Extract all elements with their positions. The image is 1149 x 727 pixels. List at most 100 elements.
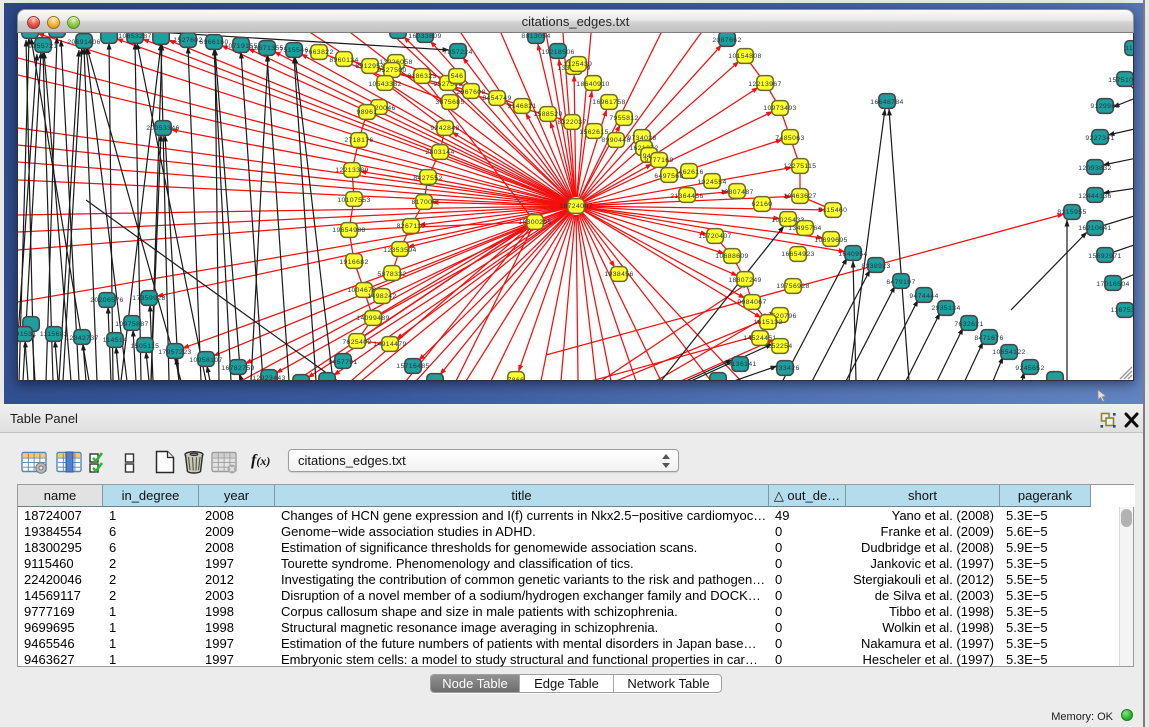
svg-text:10654122: 10654122 bbox=[992, 349, 1025, 356]
svg-text:12275115: 12275115 bbox=[784, 163, 817, 170]
svg-text:1125439: 1125439 bbox=[564, 61, 593, 68]
svg-text:817006: 817006 bbox=[411, 199, 436, 206]
svg-text:12342737: 12342737 bbox=[65, 335, 98, 342]
svg-text:10107553: 10107553 bbox=[337, 197, 370, 204]
svg-text:9527500: 9527500 bbox=[377, 67, 406, 74]
svg-text:16033809: 16033809 bbox=[408, 33, 441, 40]
svg-text:8322037: 8322037 bbox=[557, 119, 586, 126]
svg-text:10973493: 10973493 bbox=[763, 105, 796, 112]
svg-text:18807249: 18807249 bbox=[728, 277, 761, 284]
svg-text:10975887: 10975887 bbox=[115, 321, 148, 328]
svg-text:114514: 114514 bbox=[103, 337, 128, 344]
svg-text:1733426: 1733426 bbox=[770, 365, 799, 372]
svg-text:5878332: 5878332 bbox=[377, 271, 406, 278]
svg-text:14136141: 14136141 bbox=[723, 361, 756, 368]
svg-text:10463627: 10463627 bbox=[783, 193, 816, 200]
svg-text:10807487: 10807487 bbox=[720, 189, 753, 196]
svg-text:10653287: 10653287 bbox=[118, 33, 151, 40]
svg-text:1588520: 1588520 bbox=[533, 111, 562, 118]
svg-text:9474444: 9474444 bbox=[909, 293, 938, 300]
svg-text:9245652: 9245652 bbox=[1015, 365, 1044, 372]
svg-text:62160: 62160 bbox=[752, 201, 773, 208]
svg-text:16210641: 16210641 bbox=[1078, 225, 1111, 232]
svg-text:8427552: 8427552 bbox=[413, 175, 442, 182]
svg-text:8813054: 8813054 bbox=[521, 33, 550, 40]
svg-text:1615132: 1615132 bbox=[753, 319, 782, 326]
svg-text:546: 546 bbox=[451, 73, 464, 80]
svg-text:12444136: 12444136 bbox=[1078, 193, 1111, 200]
svg-text:19654988: 19654988 bbox=[332, 227, 365, 234]
svg-text:15716485: 15716485 bbox=[396, 363, 429, 370]
svg-text:1498242: 1498242 bbox=[367, 293, 396, 300]
svg-text:9055721: 9055721 bbox=[28, 43, 57, 50]
svg-text:1562615: 1562615 bbox=[579, 129, 608, 136]
svg-text:1527602: 1527602 bbox=[173, 37, 202, 44]
svg-text:6497568: 6497568 bbox=[654, 173, 683, 180]
svg-text:21364456: 21364456 bbox=[670, 193, 703, 200]
svg-text:2967608: 2967608 bbox=[456, 89, 485, 96]
svg-text:2803144: 2803144 bbox=[425, 149, 454, 156]
svg-text:98961: 98961 bbox=[357, 109, 378, 116]
svg-text:9457791: 9457791 bbox=[328, 359, 357, 366]
svg-text:19756928: 19756928 bbox=[776, 283, 809, 290]
svg-text:19218506: 19218506 bbox=[541, 49, 574, 56]
svg-text:3875685: 3875685 bbox=[435, 99, 464, 106]
svg-text:12093832: 12093832 bbox=[1078, 165, 1111, 172]
svg-text:9242848: 9242848 bbox=[430, 125, 459, 132]
svg-text:1505115: 1505115 bbox=[131, 343, 160, 350]
svg-text:9084067: 9084067 bbox=[737, 299, 766, 306]
svg-text:8215955: 8215955 bbox=[1057, 209, 1086, 216]
svg-text:15751074: 15751074 bbox=[1108, 77, 1134, 84]
svg-text:10958107: 10958107 bbox=[189, 357, 222, 364]
svg-text:9227341: 9227341 bbox=[1085, 135, 1114, 142]
svg-text:10543382: 10543382 bbox=[368, 81, 401, 88]
svg-text:17359928: 17359928 bbox=[132, 295, 165, 302]
svg-text:1640954: 1640954 bbox=[838, 251, 867, 258]
svg-text:7857224: 7857224 bbox=[443, 49, 472, 56]
svg-text:16654923: 16654923 bbox=[781, 251, 814, 258]
svg-text:18300295: 18300295 bbox=[518, 219, 551, 226]
svg-text:8186323: 8186323 bbox=[407, 73, 436, 80]
svg-text:8990448: 8990448 bbox=[601, 137, 630, 144]
svg-text:7955812: 7955812 bbox=[609, 115, 638, 122]
svg-text:12923443: 12923443 bbox=[252, 375, 285, 381]
svg-text:8454749: 8454749 bbox=[482, 95, 511, 102]
svg-text:18724007: 18724007 bbox=[559, 203, 592, 210]
svg-text:7625402: 7625402 bbox=[342, 339, 371, 346]
svg-text:16961758: 16961758 bbox=[592, 99, 625, 106]
svg-text:20206576: 20206576 bbox=[90, 297, 123, 304]
svg-text:20691406: 20691406 bbox=[67, 39, 100, 46]
svg-text:1916682: 1916682 bbox=[339, 259, 368, 266]
svg-text:12213389: 12213389 bbox=[335, 167, 368, 174]
svg-text:10699695: 10699695 bbox=[814, 237, 847, 244]
svg-text:9146821: 9146821 bbox=[507, 103, 536, 110]
svg-text:12353594: 12353594 bbox=[383, 247, 416, 254]
svg-text:1938456: 1938456 bbox=[604, 271, 633, 278]
svg-text:20053346: 20053346 bbox=[146, 125, 179, 132]
svg-text:1115682: 1115682 bbox=[40, 331, 68, 338]
svg-text:14914479: 14914479 bbox=[373, 341, 406, 348]
svg-text:7485063: 7485063 bbox=[775, 135, 804, 142]
svg-text:12213967: 12213967 bbox=[748, 81, 781, 88]
svg-text:252254: 252254 bbox=[767, 343, 792, 350]
svg-text:1167533: 1167533 bbox=[1111, 307, 1134, 314]
svg-text:8471676: 8471676 bbox=[974, 335, 1003, 342]
svg-text:9115460: 9115460 bbox=[819, 207, 848, 214]
svg-text:10154808: 10154808 bbox=[728, 53, 761, 60]
svg-text:1024554: 1024554 bbox=[697, 179, 726, 186]
svg-text:7663822: 7663822 bbox=[304, 49, 333, 56]
svg-text:1117: 1117 bbox=[1125, 45, 1134, 52]
svg-text:8267110: 8267110 bbox=[397, 223, 426, 230]
svg-text:16648784: 16648784 bbox=[870, 99, 903, 106]
svg-text:2935134: 2935134 bbox=[931, 305, 960, 312]
svg-text:17957223: 17957223 bbox=[158, 349, 191, 356]
svg-text:7515546: 7515546 bbox=[279, 47, 308, 54]
svg-text:17016504: 17016504 bbox=[1096, 281, 1129, 288]
svg-text:7866: 7866 bbox=[508, 377, 525, 381]
svg-text:14099489: 14099489 bbox=[356, 315, 389, 322]
svg-text:15692971: 15692971 bbox=[1088, 253, 1121, 260]
svg-text:16782759: 16782759 bbox=[221, 365, 254, 372]
svg-text:391531: 391531 bbox=[18, 331, 37, 338]
svg-text:2087662: 2087662 bbox=[712, 37, 741, 44]
svg-text:18640910: 18640910 bbox=[576, 81, 609, 88]
